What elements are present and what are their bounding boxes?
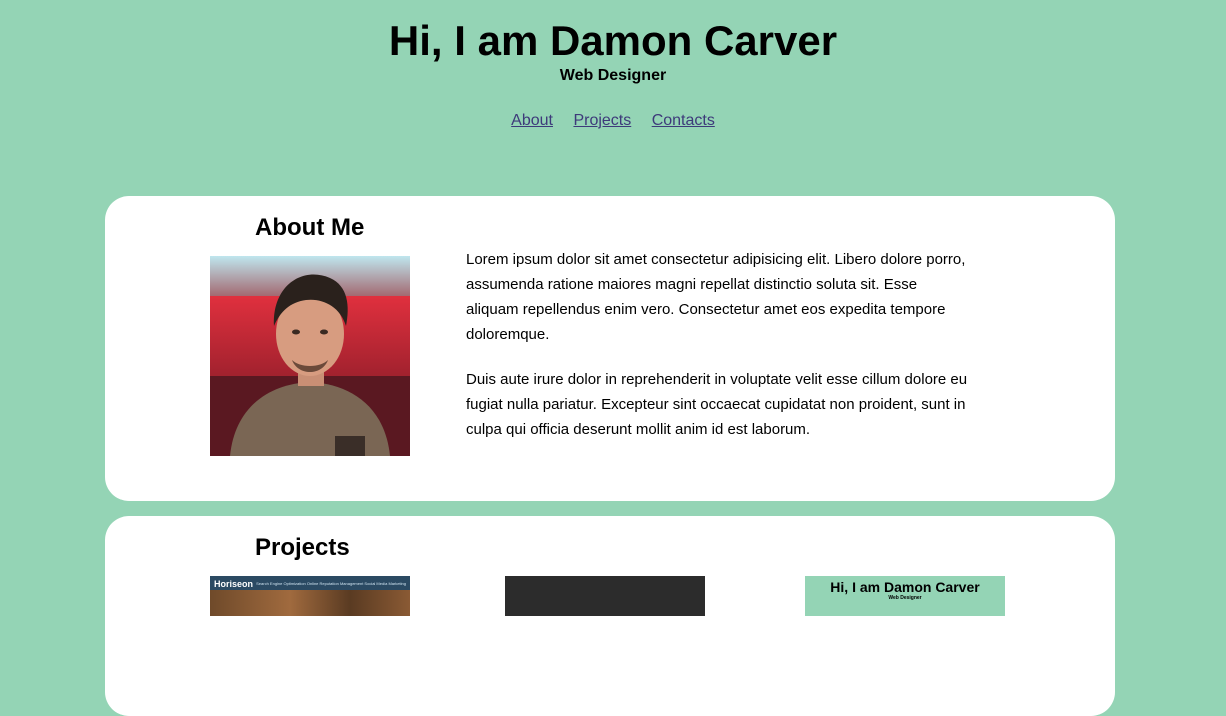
about-paragraph: Lorem ipsum dolor sit amet consectetur a… — [466, 251, 966, 343]
nav-link-about[interactable]: About — [511, 112, 553, 129]
project-thumbnail-portfolio[interactable]: Hi, I am Damon Carver Web Designer — [805, 576, 1005, 616]
nav-link-contacts[interactable]: Contacts — [652, 112, 715, 129]
projects-section: Projects Horiseon Search Engine Optimiza… — [105, 516, 1115, 716]
nav-link-projects[interactable]: Projects — [573, 112, 631, 129]
profile-photo — [210, 256, 410, 456]
project-thumbnail-horiseon[interactable]: Horiseon Search Engine Optimization Onli… — [210, 576, 410, 616]
project-thumbnail-dark[interactable] — [505, 576, 705, 616]
about-paragraph: Duis aute irure dolor in reprehenderit i… — [466, 371, 968, 438]
about-heading: About Me — [255, 214, 365, 241]
projects-heading: Projects — [255, 534, 350, 561]
page-title: Hi, I am Damon Carver — [388, 17, 838, 64]
about-section: About Me Lorem ipsum dolor sit amet cons… — [105, 196, 1115, 501]
main-nav: About Projects Contacts — [0, 112, 1226, 130]
profile-photo-image — [210, 256, 410, 456]
thumbnail-hero-image — [210, 590, 410, 616]
thumbnail-brand: Horiseon — [214, 579, 254, 589]
thumbnail-subtitle: Web Designer — [888, 595, 922, 601]
site-header: Hi, I am Damon Carver Web Designer About… — [0, 0, 1226, 130]
about-text: Lorem ipsum dolor sit amet consectetur a… — [466, 247, 971, 462]
page-subtitle: Web Designer — [559, 67, 667, 84]
thumbnail-nav: Search Engine Optimization Online Reputa… — [256, 581, 406, 586]
thumbnail-title: Hi, I am Damon Carver — [830, 579, 980, 595]
